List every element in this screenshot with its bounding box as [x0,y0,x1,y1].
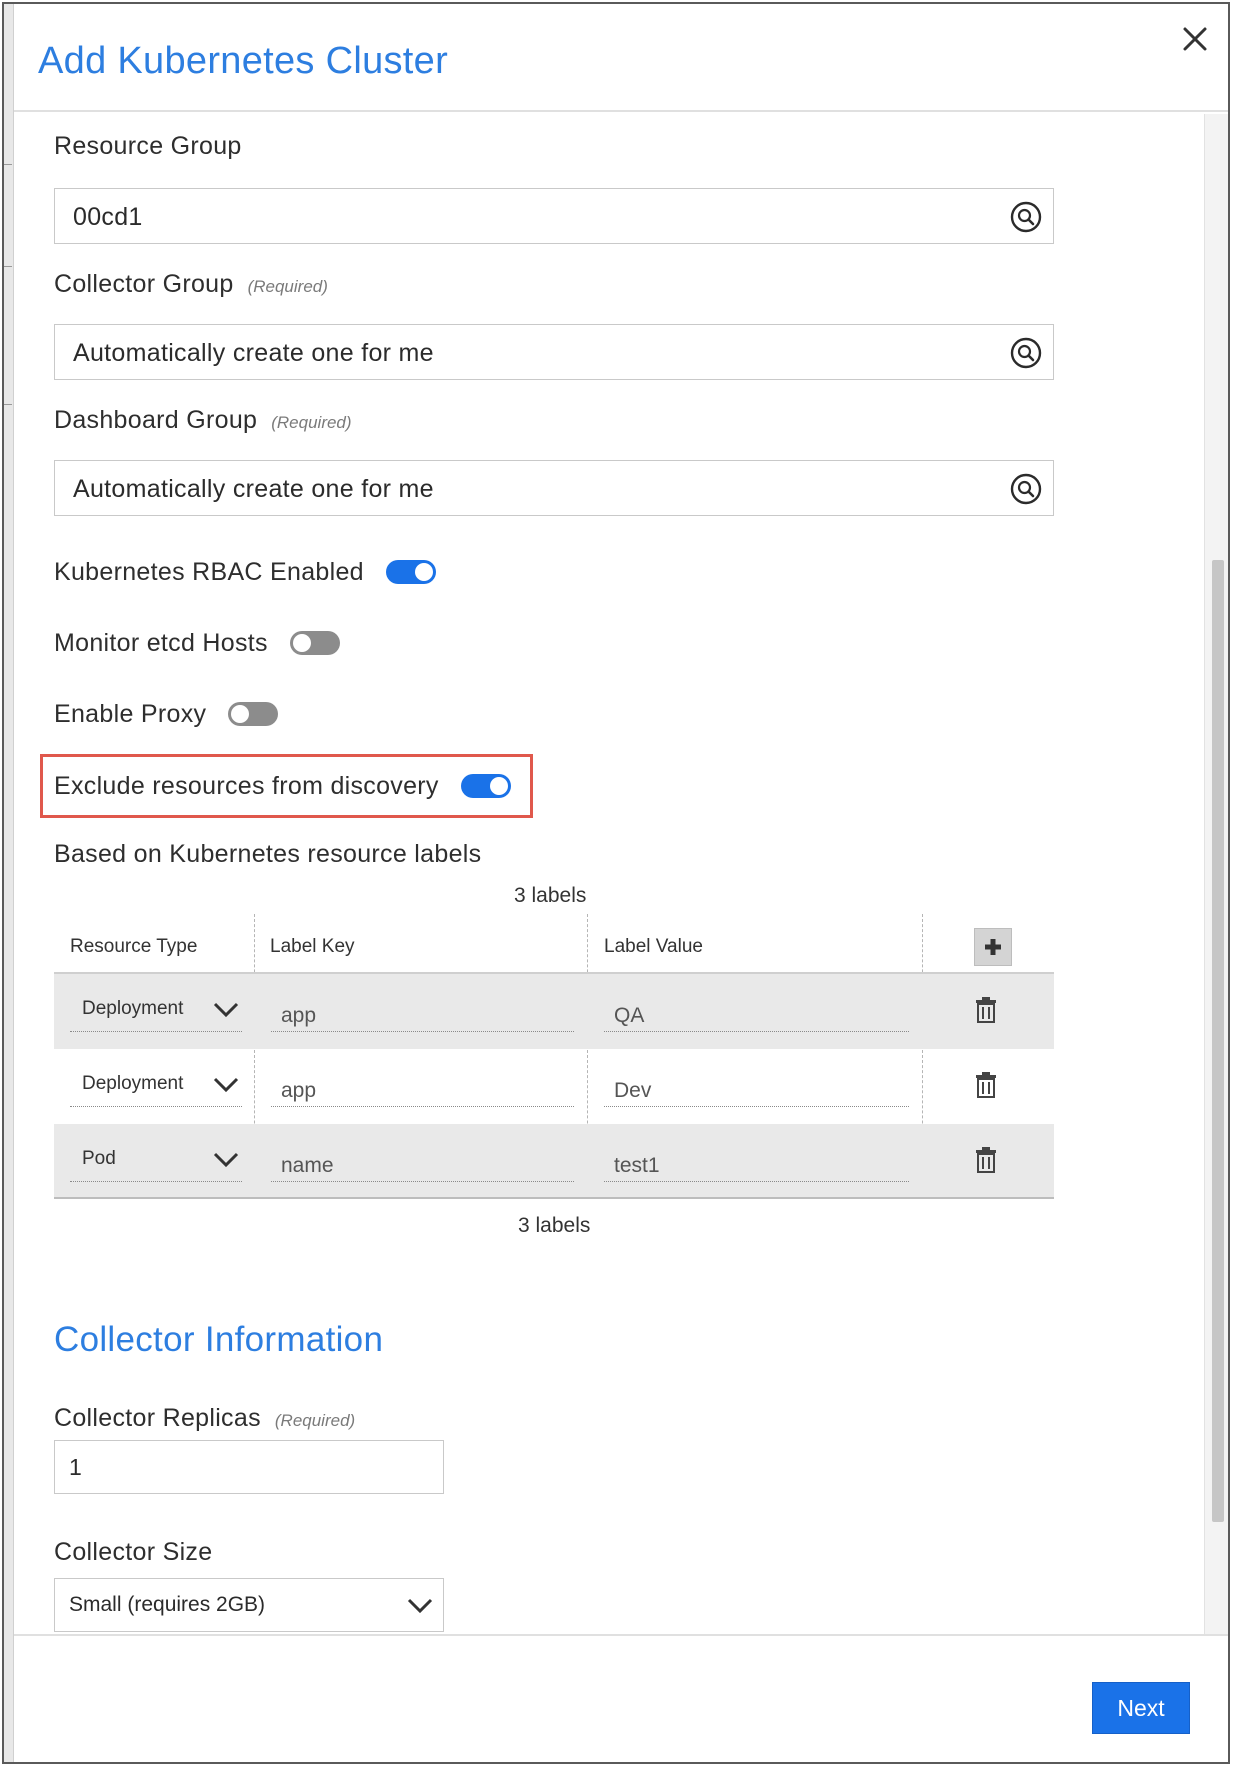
table-row: Pod name test1 [54,1124,1054,1199]
label-count-bottom: 3 labels [518,1214,591,1237]
dialog-header: Add Kubernetes Cluster [14,4,1228,112]
label-count-top: 3 labels [514,884,587,907]
background-strip [4,4,14,1762]
column-header-label-key: Label Key [270,936,355,957]
resource-group-field[interactable]: 00cd1 [54,188,1054,244]
resource-type-select[interactable]: Pod [70,1142,242,1182]
collector-replicas-label-text: Collector Replicas [54,1404,261,1432]
proxy-label: Enable Proxy [54,699,207,728]
resource-type-select[interactable]: Deployment [70,992,242,1032]
proxy-row: Enable Proxy [54,692,279,736]
table-row: Deployment app QA [54,974,1054,1049]
trash-icon[interactable] [974,1146,998,1174]
label-key-input[interactable]: name [271,1142,574,1182]
column-header-label-value: Label Value [604,936,703,957]
resource-type-select[interactable]: Deployment [70,1067,242,1107]
trash-icon[interactable] [974,996,998,1024]
dashboard-group-field[interactable]: Automatically create one for me [54,460,1054,516]
etcd-row: Monitor etcd Hosts [54,621,340,665]
collector-group-field[interactable]: Automatically create one for me [54,324,1054,380]
chevron-down-icon [407,1598,433,1614]
dialog-title: Add Kubernetes Cluster [38,40,449,82]
search-icon[interactable] [1009,472,1043,506]
label-key-input[interactable]: app [271,992,574,1032]
label-value-input[interactable]: test1 [604,1142,909,1182]
exclude-toggle[interactable] [460,774,511,798]
trash-icon[interactable] [974,1071,998,1099]
table-row: Deployment app Dev [54,1049,1054,1124]
chevron-down-icon [213,1152,239,1168]
label-key-value: name [281,1154,334,1177]
etcd-label: Monitor etcd Hosts [54,628,268,657]
required-note: (Required) [274,1411,356,1430]
collector-group-label-text: Collector Group [54,270,234,298]
exclude-row: Exclude resources from discovery [54,764,511,808]
resource-group-label: Resource Group [54,132,242,161]
label-value-value: Dev [614,1079,652,1102]
scrollbar[interactable] [1204,114,1228,1634]
add-label-button[interactable] [974,928,1012,966]
add-cluster-dialog: Add Kubernetes Cluster Resource Group 00… [2,2,1230,1764]
search-icon[interactable] [1009,336,1043,370]
collector-info-title: Collector Information [54,1320,384,1359]
collector-size-label-text: Collector Size [54,1538,213,1566]
resource-group-value: 00cd1 [73,203,143,231]
rbac-toggle[interactable] [385,560,436,584]
label-value-input[interactable]: Dev [604,1067,909,1107]
dashboard-group-value: Automatically create one for me [73,475,434,503]
required-note: (Required) [247,277,328,296]
dashboard-group-label: Dashboard Group (Required) [54,406,352,435]
dialog-footer: Next [14,1634,1228,1762]
chevron-down-icon [213,1002,239,1018]
rbac-label: Kubernetes RBAC Enabled [54,557,364,586]
chevron-down-icon [213,1077,239,1093]
proxy-toggle[interactable] [228,702,279,726]
etcd-toggle[interactable] [289,631,340,655]
table-header: Resource Type Label Key Label Value [54,914,1054,974]
scrollbar-thumb[interactable] [1212,560,1224,1522]
collector-replicas-value: 1 [69,1454,82,1480]
exclude-label: Exclude resources from discovery [54,771,439,800]
collector-size-label: Collector Size [54,1538,212,1567]
labels-table: Resource Type Label Key Label Value Depl… [54,914,1054,1199]
close-icon [1183,27,1207,51]
collector-size-select[interactable]: Small (requires 2GB) [54,1578,444,1632]
label-key-input[interactable]: app [271,1067,574,1107]
label-value-input[interactable]: QA [604,992,909,1032]
resource-type-value: Deployment [82,998,184,1019]
resource-type-value: Pod [82,1148,116,1169]
next-button[interactable]: Next [1092,1682,1190,1734]
close-button[interactable] [1172,16,1218,62]
collector-size-value: Small (requires 2GB) [69,1593,266,1616]
label-key-value: app [281,1079,317,1102]
resource-type-value: Deployment [82,1073,184,1094]
collector-group-value: Automatically create one for me [73,339,434,367]
label-value-value: QA [614,1004,645,1027]
collector-replicas-input[interactable]: 1 [54,1440,444,1494]
collector-replicas-label: Collector Replicas (Required) [54,1404,355,1433]
dialog-content: Resource Group 00cd1 Collector Group (Req… [14,114,1204,1634]
search-icon[interactable] [1009,200,1043,234]
resource-group-label-text: Resource Group [54,132,242,160]
dashboard-group-label-text: Dashboard Group [54,406,258,434]
label-key-value: app [281,1004,317,1027]
collector-group-label: Collector Group (Required) [54,270,328,299]
rbac-row: Kubernetes RBAC Enabled [54,550,436,594]
required-note: (Required) [271,413,352,432]
column-header-resource-type: Resource Type [70,936,198,957]
labels-subtitle: Based on Kubernetes resource labels [54,840,482,868]
plus-icon [985,939,1001,955]
label-value-value: test1 [614,1154,660,1177]
